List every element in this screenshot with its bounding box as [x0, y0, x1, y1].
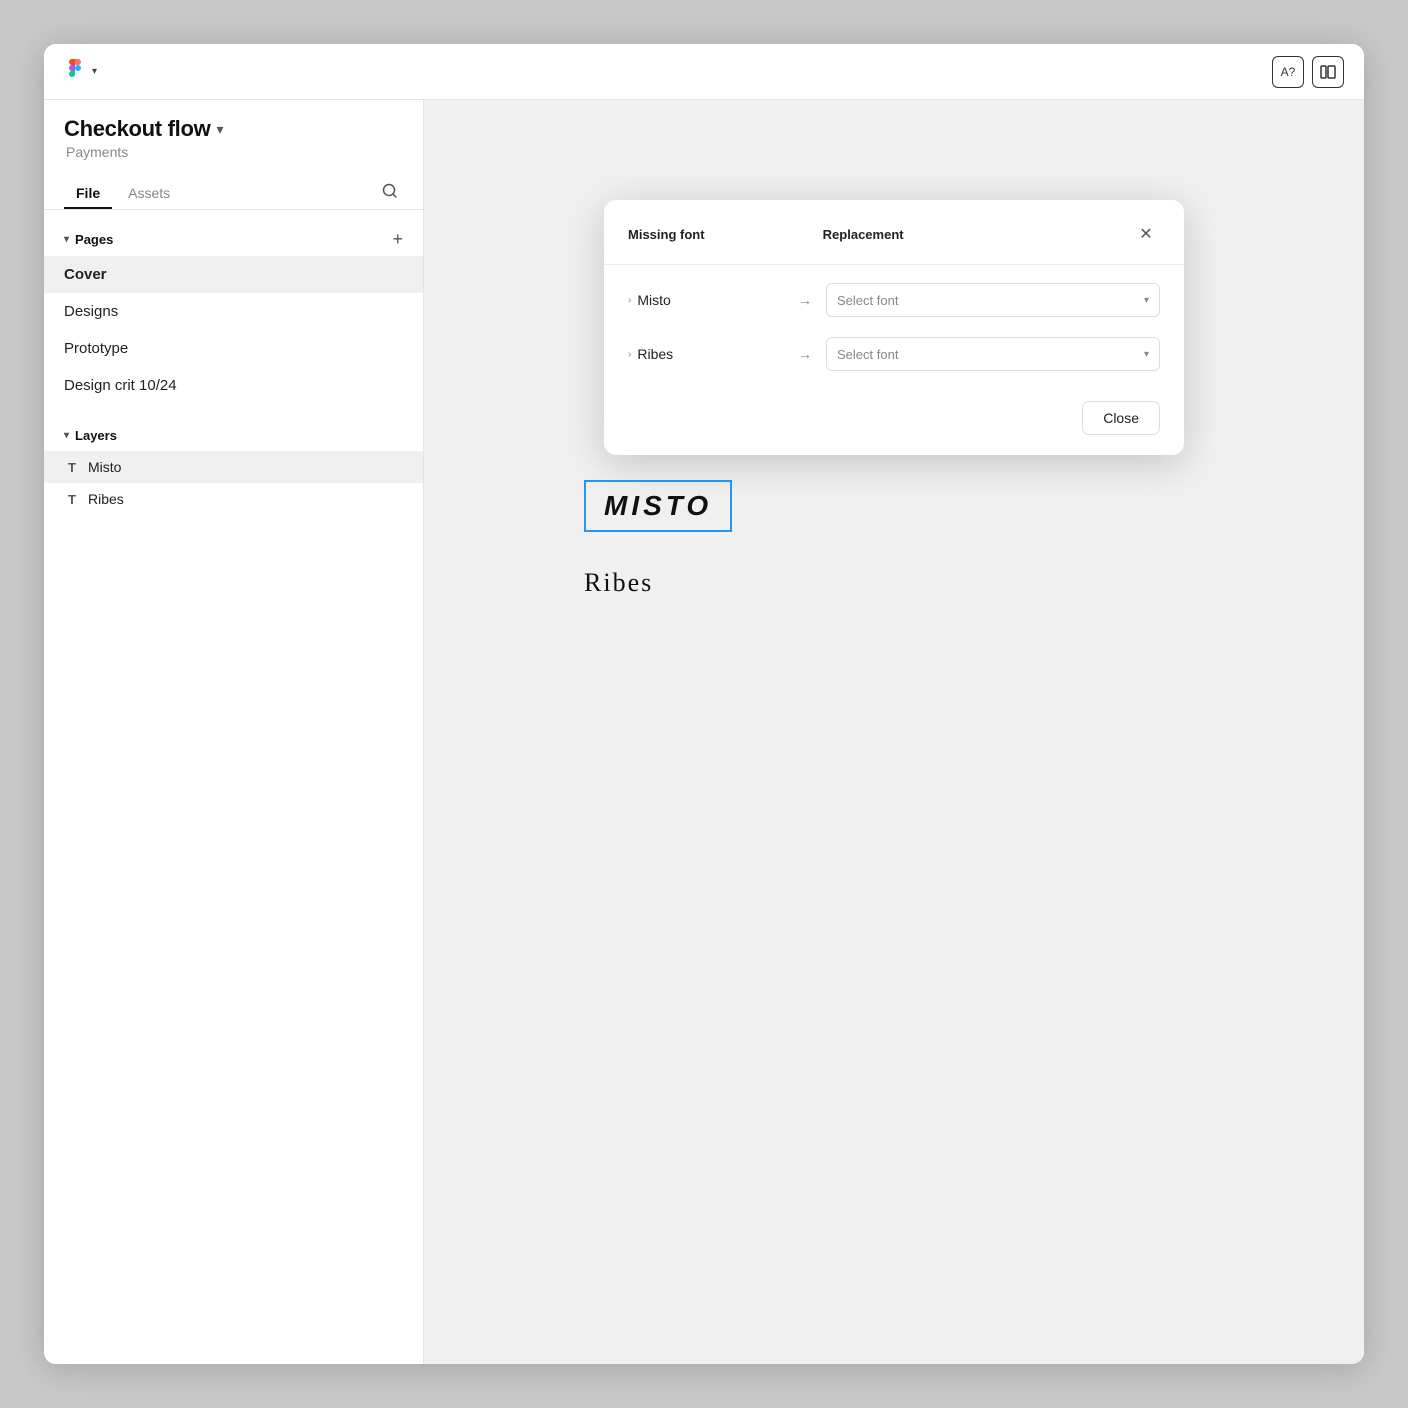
page-item-design-crit[interactable]: Design crit 10/24 — [44, 367, 423, 404]
panel-icon — [1320, 64, 1336, 80]
page-item-label: Design crit 10/24 — [64, 377, 177, 394]
top-bar: ▾ A? — [44, 44, 1364, 100]
modal-header: Missing font Replacement ✕ — [604, 200, 1184, 265]
misto-text: MISTO — [604, 490, 712, 521]
sidebar-tabs: File Assets — [44, 168, 423, 210]
tab-assets[interactable]: Assets — [116, 179, 182, 209]
layer-name: Misto — [88, 459, 121, 475]
project-chevron-icon[interactable]: ▾ — [216, 121, 223, 138]
sidebar-header: Checkout flow ▾ Payments — [44, 100, 423, 168]
pages-section-header: ▾ Pages + — [44, 226, 423, 256]
project-title: Checkout flow — [64, 116, 210, 142]
layer-item-ribes[interactable]: T Ribes — [44, 483, 423, 515]
missing-font-ribes[interactable]: › Ribes — [628, 346, 784, 362]
missing-font-modal: Missing font Replacement ✕ › Misto — [604, 200, 1184, 455]
layer-name: Ribes — [88, 491, 124, 507]
translate-tool-label: A? — [1281, 65, 1296, 79]
tab-file[interactable]: File — [64, 179, 112, 209]
figma-icon — [64, 57, 88, 86]
app-window: ▾ A? Checkout flow ▾ Payments — [44, 44, 1364, 1364]
missing-font-name: Misto — [637, 292, 670, 308]
page-item-label: Prototype — [64, 340, 128, 357]
modal-col-replacement-label: Replacement — [783, 227, 1132, 242]
project-subtitle: Payments — [64, 144, 403, 160]
canvas-content: MISTO Ribes — [584, 480, 732, 598]
panel-tool-button[interactable] — [1312, 56, 1344, 88]
modal-body: › Misto → Select font ▾ — [604, 265, 1184, 389]
page-item-cover[interactable]: Cover — [44, 256, 423, 293]
select-chevron-icon: ▾ — [1144, 349, 1149, 360]
select-placeholder: Select font — [837, 293, 898, 308]
modal-col-missing-label: Missing font — [628, 227, 783, 242]
canvas-area: Missing font Replacement ✕ › Misto — [424, 100, 1364, 1364]
modal-font-row-ribes: › Ribes → Select font ▾ — [604, 327, 1184, 381]
modal-overlay: Missing font Replacement ✕ › Misto — [424, 100, 1364, 1364]
select-chevron-icon: ▾ — [1144, 295, 1149, 306]
layers-list: T Misto T Ribes — [44, 451, 423, 515]
layers-chevron-icon: ▾ — [64, 430, 69, 441]
select-placeholder: Select font — [837, 347, 898, 362]
page-item-label: Cover — [64, 266, 107, 283]
font-chevron-icon: › — [628, 295, 631, 306]
pages-section-toggle[interactable]: ▾ Pages — [64, 232, 113, 247]
arrow-icon: → — [792, 346, 818, 362]
page-item-label: Designs — [64, 303, 118, 320]
misto-frame[interactable]: MISTO — [584, 480, 732, 532]
page-item-designs[interactable]: Designs — [44, 293, 423, 330]
chevron-down-icon: ▾ — [92, 66, 97, 77]
arrow-icon: → — [792, 292, 818, 308]
layers-section-title: Layers — [75, 428, 117, 443]
replacement-font-select-misto[interactable]: Select font ▾ — [826, 283, 1160, 317]
layers-section-header: ▾ Layers — [44, 424, 423, 451]
layer-item-misto[interactable]: T Misto — [44, 451, 423, 483]
layer-type-icon: T — [64, 460, 80, 475]
search-icon — [381, 182, 399, 200]
page-item-prototype[interactable]: Prototype — [44, 330, 423, 367]
missing-font-name: Ribes — [637, 346, 673, 362]
font-chevron-icon: › — [628, 349, 631, 360]
main-layout: Checkout flow ▾ Payments File Assets — [44, 100, 1364, 1364]
close-icon: ✕ — [1139, 224, 1152, 244]
missing-font-misto[interactable]: › Misto — [628, 292, 784, 308]
layers-section-toggle[interactable]: ▾ Layers — [64, 428, 117, 443]
translate-tool-button[interactable]: A? — [1272, 56, 1304, 88]
replacement-font-select-ribes[interactable]: Select font ▾ — [826, 337, 1160, 371]
project-title-row: Checkout flow ▾ — [64, 116, 403, 142]
search-button[interactable] — [377, 178, 403, 209]
pages-chevron-icon: ▾ — [64, 234, 69, 245]
modal-font-row-misto: › Misto → Select font ▾ — [604, 273, 1184, 327]
modal-close-button[interactable]: ✕ — [1132, 220, 1160, 248]
page-list: Cover Designs Prototype Design crit 10/2… — [44, 256, 423, 404]
ribes-text: Ribes — [584, 568, 653, 597]
modal-footer: Close — [604, 389, 1184, 455]
add-page-button[interactable]: + — [392, 230, 403, 248]
pages-section-title: Pages — [75, 232, 113, 247]
modal-close-btn[interactable]: Close — [1082, 401, 1160, 435]
layer-type-icon: T — [64, 492, 80, 507]
sidebar: Checkout flow ▾ Payments File Assets — [44, 100, 424, 1364]
top-bar-tools: A? — [1272, 56, 1344, 88]
figma-logo[interactable]: ▾ — [64, 57, 97, 86]
sidebar-content: ▾ Pages + Cover Designs Prototype — [44, 210, 423, 1364]
